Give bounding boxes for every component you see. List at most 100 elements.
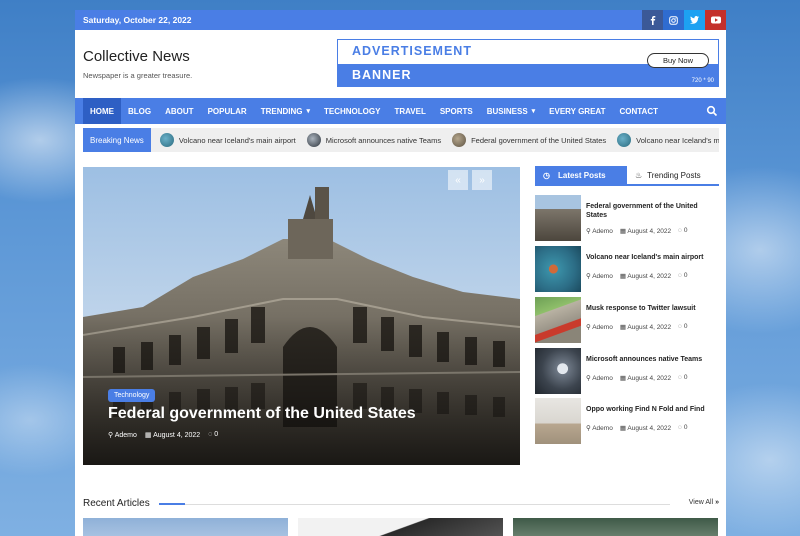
- social-links: [642, 10, 726, 30]
- nav-item-every-great[interactable]: EVERY GREAT: [542, 98, 612, 124]
- post-meta: ⚲ Ademo ▦ August 4, 2022 ◌ 0: [586, 424, 687, 432]
- comments[interactable]: ◌ 0: [678, 374, 687, 382]
- ticker-item[interactable]: Federal government of the United States: [452, 133, 606, 147]
- author[interactable]: ⚲ Ademo: [586, 323, 613, 331]
- nav-item-technology[interactable]: TECHNOLOGY: [317, 98, 387, 124]
- list-item[interactable]: Musk response to Twitter lawsuit ⚲ Ademo…: [535, 297, 719, 343]
- author[interactable]: ⚲ Ademo: [586, 424, 613, 432]
- comment-count: 0: [683, 272, 688, 279]
- author[interactable]: ⚲ Ademo: [586, 374, 613, 382]
- nav-item-sports[interactable]: SPORTS: [433, 98, 480, 124]
- nav-item-trending[interactable]: TRENDING ▾: [254, 98, 317, 124]
- ad-subheadline: BANNER: [352, 68, 412, 82]
- post-date: ▦ August 4, 2022: [619, 324, 672, 331]
- post-thumbnail[interactable]: [535, 348, 581, 394]
- chevron-down-icon: ▾: [306, 108, 310, 115]
- nav-item-home[interactable]: HOME: [83, 98, 121, 124]
- view-all-link[interactable]: View All »: [689, 499, 719, 506]
- comments[interactable]: ◌ 0: [208, 431, 218, 439]
- site-tagline: Newspaper is a greater treasure.: [83, 71, 193, 80]
- nav-item-about[interactable]: ABOUT: [158, 98, 200, 124]
- list-item[interactable]: Federal government of the United States …: [535, 195, 719, 241]
- post-thumbnail[interactable]: [535, 297, 581, 343]
- nav-item-blog[interactable]: BLOG: [121, 98, 158, 124]
- post-title[interactable]: Musk response to Twitter lawsuit: [586, 304, 716, 313]
- author[interactable]: ⚲ Ademo: [586, 227, 613, 235]
- nav-item-popular[interactable]: POPULAR: [201, 98, 254, 124]
- date-text: August 4, 2022: [627, 375, 672, 382]
- ticker-item[interactable]: Microsoft announces native Teams: [306, 133, 441, 147]
- list-item[interactable]: Oppo working Find N Fold and Find ⚲ Adem…: [535, 398, 719, 444]
- instagram-icon[interactable]: [663, 10, 684, 30]
- ticker-text: Volcano near Iceland's main airport: [636, 135, 719, 145]
- list-item[interactable]: Microsoft announces native Teams ⚲ Ademo…: [535, 348, 719, 394]
- featured-title[interactable]: Federal government of the United States: [108, 405, 416, 423]
- nav-label: ABOUT: [165, 106, 194, 116]
- nav-item-travel[interactable]: TRAVEL: [387, 98, 432, 124]
- ticker-item[interactable]: Volcano near Iceland's main airport: [159, 133, 296, 147]
- comments[interactable]: ◌ 0: [678, 272, 687, 280]
- nav-label: SPORTS: [439, 106, 473, 116]
- chevron-down-icon: ▾: [531, 108, 536, 115]
- sidebar-tabs: ◷ Latest Posts ♨ Trending Posts: [535, 166, 719, 186]
- post-thumbnail[interactable]: [535, 246, 581, 292]
- article-thumbnail[interactable]: [513, 518, 718, 536]
- nav-label: BUSINESS: [486, 106, 528, 116]
- author-name: Ademo: [592, 425, 613, 432]
- post-thumbnail[interactable]: [535, 195, 581, 241]
- featured-post[interactable]: « » Technology Federal government of the…: [83, 167, 520, 465]
- comments[interactable]: ◌ 0: [678, 323, 687, 331]
- post-thumbnail[interactable]: [535, 398, 581, 444]
- post-title[interactable]: Microsoft announces native Teams: [586, 355, 716, 364]
- divider-accent: [159, 503, 185, 505]
- featured-meta: ⚲ Ademo ▦ August 4, 2022 ◌ 0: [108, 431, 218, 439]
- news-ticker: Volcano near Iceland's main airport Micr…: [151, 133, 719, 147]
- search-icon[interactable]: [706, 105, 718, 117]
- post-title[interactable]: Volcano near Iceland's main airport: [586, 253, 716, 262]
- date-text: August 4, 2022: [627, 228, 672, 235]
- ticker-thumbnail: [159, 133, 174, 147]
- youtube-icon[interactable]: [705, 10, 726, 30]
- post-meta: ⚲ Ademo ▦ August 4, 2022 ◌ 0: [586, 272, 687, 280]
- ad-headline: ADVERTISEMENT: [352, 44, 472, 58]
- fire-icon: ♨: [635, 170, 643, 180]
- category-badge[interactable]: Technology: [108, 389, 156, 402]
- post-meta: ⚲ Ademo ▦ August 4, 2022 ◌ 0: [586, 374, 687, 382]
- buy-now-button[interactable]: Buy Now: [647, 53, 709, 68]
- nav-item-contact[interactable]: CONTACT: [612, 98, 665, 124]
- post-title[interactable]: Federal government of the United States: [586, 202, 716, 220]
- post-meta: ⚲ Ademo ▦ August 4, 2022 ◌ 0: [586, 323, 687, 331]
- comments[interactable]: ◌ 0: [678, 227, 687, 235]
- author-name: Ademo: [592, 375, 613, 382]
- nav-label: HOME: [90, 106, 114, 116]
- ticker-item[interactable]: Volcano near Iceland's main airport: [617, 133, 719, 147]
- slider-next-button[interactable]: »: [472, 170, 492, 190]
- nav-label: TECHNOLOGY: [323, 106, 381, 116]
- author-name: Ademo: [592, 324, 613, 331]
- article-thumbnail[interactable]: [298, 518, 503, 536]
- post-title[interactable]: Oppo working Find N Fold and Find: [586, 405, 716, 414]
- list-item[interactable]: Volcano near Iceland's main airport ⚲ Ad…: [535, 246, 719, 292]
- nav-item-business[interactable]: BUSINESS ▾: [480, 98, 542, 124]
- post-meta: ⚲ Ademo ▦ August 4, 2022 ◌ 0: [586, 227, 687, 235]
- recent-articles-header: Recent Articles View All »: [83, 498, 719, 512]
- slider-prev-button[interactable]: «: [448, 170, 468, 190]
- comment-count: 0: [683, 374, 688, 381]
- tab-latest-posts[interactable]: ◷ Latest Posts: [535, 166, 627, 184]
- current-date: Saturday, October 22, 2022: [83, 15, 192, 25]
- comment-count: 0: [683, 424, 688, 431]
- twitter-icon[interactable]: [684, 10, 705, 30]
- site-title[interactable]: Collective News: [83, 48, 192, 65]
- clock-icon: ◷: [543, 170, 550, 180]
- comment-count: 0: [214, 431, 219, 438]
- advertisement-banner[interactable]: ADVERTISEMENT BANNER Buy Now 720 * 90: [337, 39, 719, 87]
- article-thumbnail[interactable]: [83, 518, 288, 536]
- tab-trending-posts[interactable]: ♨ Trending Posts: [627, 166, 719, 184]
- author[interactable]: ⚲ Ademo: [586, 272, 613, 280]
- facebook-icon[interactable]: [642, 10, 663, 30]
- nav-label: TRENDING: [260, 106, 303, 116]
- comment-count: 0: [683, 227, 688, 234]
- author[interactable]: ⚲ Ademo: [108, 431, 137, 439]
- comments[interactable]: ◌ 0: [678, 424, 687, 432]
- calendar-icon: ▦: [144, 432, 152, 439]
